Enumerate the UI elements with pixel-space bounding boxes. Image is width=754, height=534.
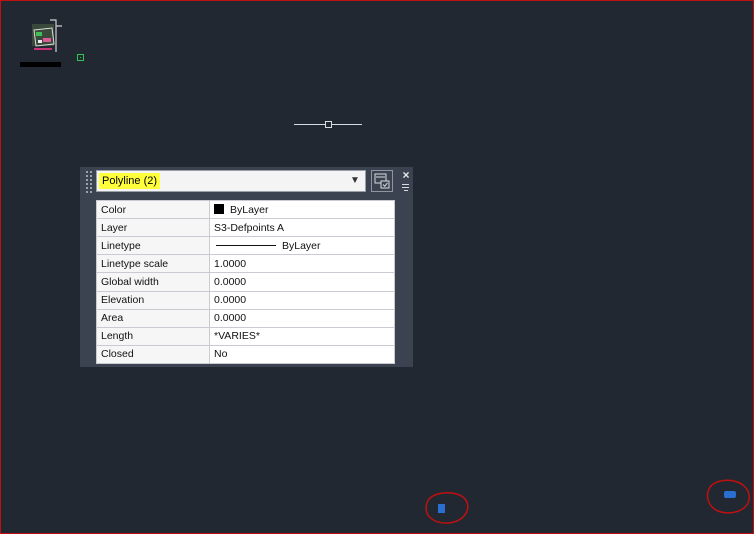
property-name: Closed xyxy=(96,344,210,365)
thumbnail-underline xyxy=(20,62,61,67)
property-row: Linetype ByLayer xyxy=(96,236,395,256)
property-value-global-width[interactable]: 0.0000 xyxy=(209,272,395,292)
property-name: Linetype scale xyxy=(96,254,210,274)
property-name: Linetype xyxy=(96,236,210,256)
property-value-area: 0.0000 xyxy=(209,308,395,328)
object-type-dropdown[interactable]: Polyline (2) ▼ xyxy=(96,170,366,192)
property-row: Area 0.0000 xyxy=(96,308,395,328)
property-value-layer[interactable]: S3-Defpoints A xyxy=(209,218,395,238)
property-row: Layer S3-Defpoints A xyxy=(96,218,395,238)
chevron-down-icon[interactable]: ▼ xyxy=(348,173,362,189)
property-row: Elevation 0.0000 xyxy=(96,290,395,310)
annotation-circle xyxy=(706,479,750,514)
property-value-closed[interactable]: No xyxy=(209,344,395,365)
property-row: Closed No xyxy=(96,344,395,365)
property-value-length: *VARIES* xyxy=(209,326,395,346)
property-value-text: ByLayer xyxy=(230,203,269,216)
property-value-linetype[interactable]: ByLayer xyxy=(209,236,395,256)
grip-point-icon[interactable] xyxy=(77,54,84,61)
selection-label: Polyline (2) xyxy=(99,173,161,189)
property-row: Length *VARIES* xyxy=(96,326,395,346)
property-name: Length xyxy=(96,326,210,346)
drawing-thumbnail[interactable] xyxy=(28,16,64,56)
property-name: Layer xyxy=(96,218,210,238)
property-row: Global width 0.0000 xyxy=(96,272,395,292)
palette-drag-handle[interactable] xyxy=(86,171,94,197)
annotation-circle xyxy=(425,491,469,524)
property-row: Color ByLayer xyxy=(96,199,395,220)
grip-square-icon[interactable] xyxy=(325,121,332,128)
property-name: Global width xyxy=(96,272,210,292)
property-value-text: ByLayer xyxy=(282,239,321,252)
property-name: Color xyxy=(96,199,210,220)
property-row: Linetype scale 1.0000 xyxy=(96,254,395,274)
property-name: Area xyxy=(96,308,210,328)
property-name: Elevation xyxy=(96,290,210,310)
color-swatch xyxy=(214,203,224,214)
linetype-preview xyxy=(216,244,276,246)
property-value-elevation[interactable]: 0.0000 xyxy=(209,290,395,310)
properties-table: Color ByLayer Layer S3-Defpoints A Linet… xyxy=(96,199,395,365)
property-value-linetype-scale[interactable]: 1.0000 xyxy=(209,254,395,274)
quick-select-button[interactable] xyxy=(371,170,393,192)
close-icon[interactable]: × xyxy=(400,169,412,181)
palette-menu-icon[interactable] xyxy=(400,183,412,193)
property-value-color[interactable]: ByLayer xyxy=(209,199,395,220)
quick-select-icon xyxy=(374,173,390,189)
